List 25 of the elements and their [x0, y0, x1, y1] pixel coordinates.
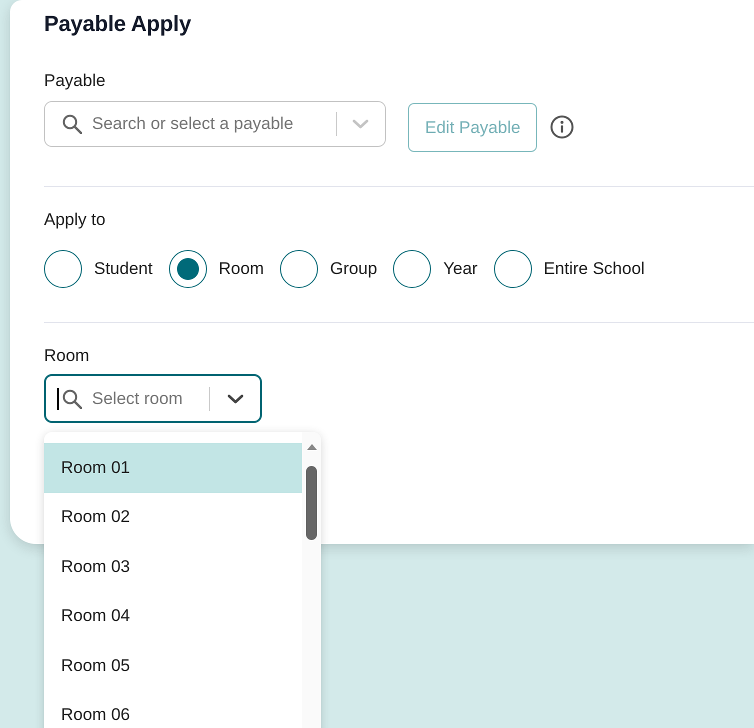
radio-button[interactable] [44, 250, 82, 288]
radio-label[interactable]: Year [443, 258, 478, 280]
radio-button[interactable] [494, 250, 532, 288]
radio-label[interactable]: Room [218, 258, 264, 280]
radio-button[interactable] [280, 250, 318, 288]
radio-button[interactable] [393, 250, 432, 288]
dropdown-option[interactable]: Room 02 [44, 492, 302, 542]
radio-label[interactable]: Entire School [544, 258, 645, 280]
field-label: Apply to [44, 209, 106, 231]
text-cursor [57, 388, 59, 410]
scrollbar-thumb[interactable] [306, 466, 317, 540]
radio-button[interactable] [168, 250, 207, 288]
dropdown-option[interactable]: Room 01 [44, 443, 302, 492]
field-label: Room [44, 345, 90, 367]
scrollbar-track[interactable] [302, 432, 321, 728]
radio-label[interactable]: Group [330, 258, 378, 280]
info-icon[interactable] [550, 115, 574, 139]
radio-label[interactable]: Student [94, 258, 153, 280]
search-icon [62, 114, 82, 134]
page-title: Payable Apply [44, 10, 191, 38]
chevron-down-icon[interactable] [227, 394, 244, 404]
room-select-field[interactable]: Select room [44, 374, 262, 423]
search-icon [62, 388, 82, 408]
scroll-up-arrow-icon[interactable] [306, 444, 316, 450]
field-label: Payable [44, 70, 106, 92]
